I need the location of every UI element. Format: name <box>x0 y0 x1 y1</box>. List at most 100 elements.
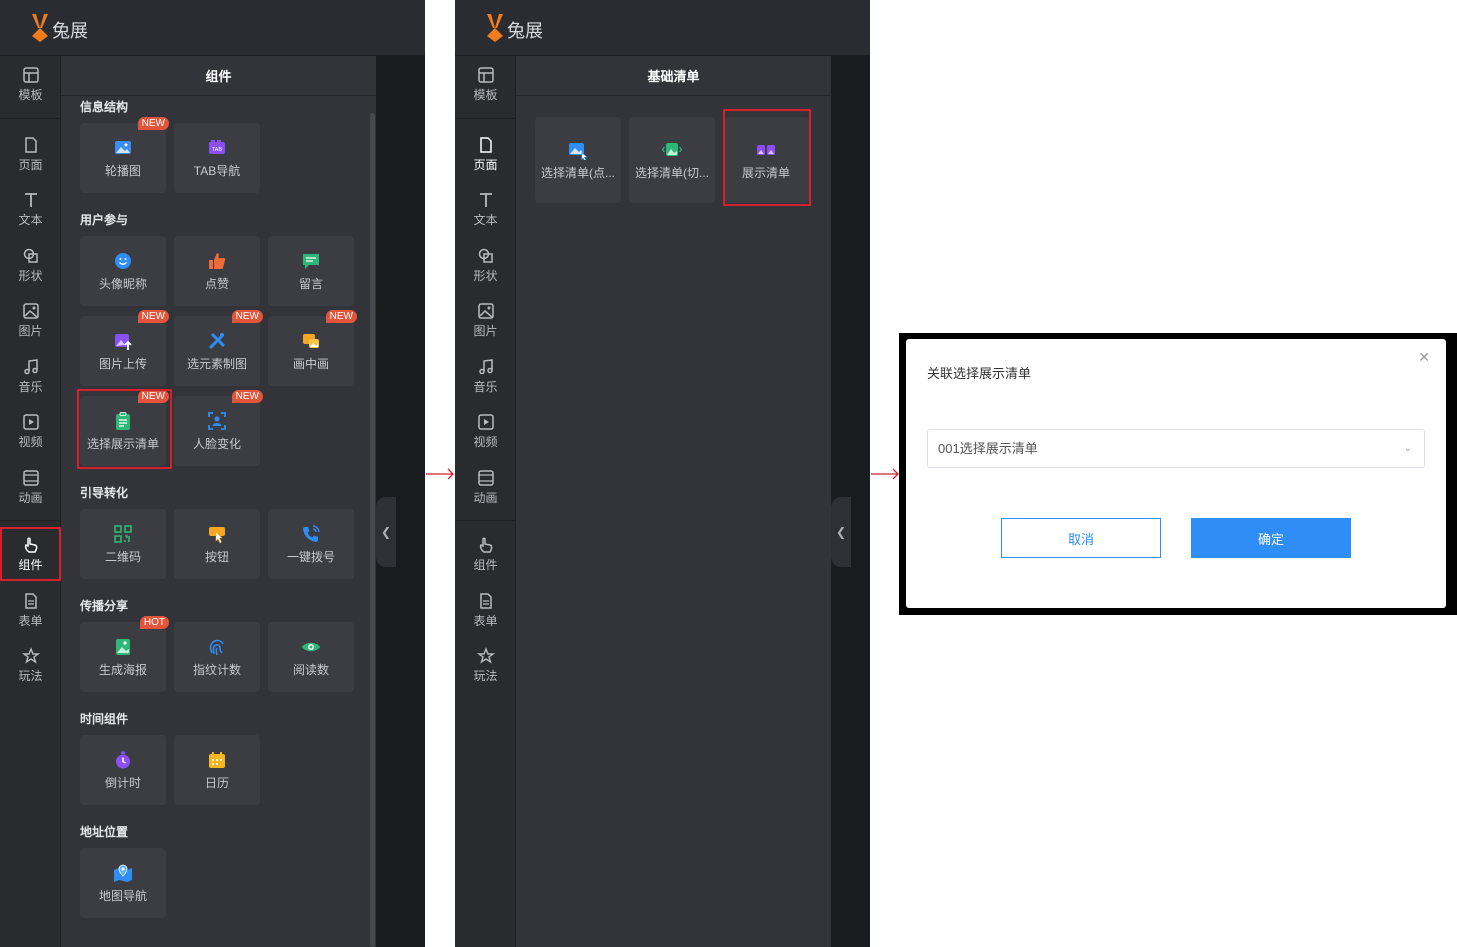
nav-text[interactable]: 文本 <box>455 183 516 235</box>
highlight-show-list <box>723 109 811 206</box>
tile-comment[interactable]: 留言 <box>268 236 354 306</box>
arrow-right-icon <box>871 468 899 480</box>
shape-icon <box>478 248 493 263</box>
nav-music[interactable]: 音乐 <box>0 350 61 402</box>
qrcode-icon <box>114 524 132 543</box>
video-icon <box>22 413 39 430</box>
tile-pip[interactable]: NEW 画中画 <box>268 310 357 386</box>
nav-text[interactable]: 文本 <box>0 183 61 235</box>
tile-label: 选元素制图 <box>186 356 247 371</box>
nav-image[interactable]: 图片 <box>0 294 61 346</box>
nav-video[interactable]: 视频 <box>0 405 61 457</box>
nav-shape[interactable]: 形状 <box>455 239 516 291</box>
tile-avatar[interactable]: 头像昵称 <box>80 236 166 306</box>
brand-logo[interactable]: 兔展 <box>483 12 543 44</box>
tile-calendar[interactable]: 日历 <box>174 735 260 805</box>
nav-animation-label: 动画 <box>18 490 43 505</box>
nav-template-label: 模板 <box>473 87 498 102</box>
nav-animation-label: 动画 <box>473 490 498 505</box>
tile-label: 二维码 <box>104 549 141 564</box>
tile-button[interactable]: 按钮 <box>174 509 260 579</box>
nav-component-label: 组件 <box>473 557 498 572</box>
animation-icon <box>22 469 39 486</box>
tile-fingerprint[interactable]: 指纹计数 <box>174 622 260 692</box>
template-icon <box>22 66 39 83</box>
smile-icon <box>115 252 131 269</box>
scrollbar[interactable] <box>370 113 375 947</box>
text-icon <box>479 192 492 207</box>
phone-icon <box>303 524 320 542</box>
thumbs-up-icon <box>209 252 226 269</box>
dialog-title: 关联选择展示清单 <box>927 366 1032 381</box>
video-icon <box>477 413 494 430</box>
nav-play[interactable]: 玩法 <box>0 639 61 691</box>
section-time: 时间组件 <box>80 712 129 726</box>
tools-icon <box>208 332 226 349</box>
hot-badge: HOT <box>139 616 169 629</box>
nav-template[interactable]: 模板 <box>455 58 516 110</box>
nav-image-label: 图片 <box>18 323 43 338</box>
tile-label: 阅读数 <box>292 662 329 677</box>
collapse-panel-button[interactable]: ❮ <box>376 497 396 567</box>
close-icon[interactable]: ✕ <box>1418 349 1430 366</box>
nav-form[interactable]: 表单 <box>455 584 516 636</box>
nav-music-label: 音乐 <box>18 379 43 394</box>
nav-template[interactable]: 模板 <box>0 58 61 110</box>
tile-dial[interactable]: 一键拨号 <box>268 509 354 579</box>
nav-animation[interactable]: 动画 <box>0 461 61 513</box>
tile-label: 一键拨号 <box>286 549 335 564</box>
tile-select-list-switch[interactable]: 选择清单(切... <box>629 117 715 203</box>
tab-nav-icon: TAB <box>209 139 225 154</box>
nav-page[interactable]: 页面 <box>0 128 61 180</box>
nav-play[interactable]: 玩法 <box>455 639 516 691</box>
top-bar: 兔展 <box>455 0 870 56</box>
image-upload-icon <box>115 333 132 350</box>
collapse-panel-button[interactable]: ❮ <box>831 497 851 567</box>
panel-title: 基础清单 <box>516 56 831 96</box>
nav-video-label: 视频 <box>18 434 43 449</box>
tile-select-list-click[interactable]: 选择清单(点... <box>535 117 621 203</box>
tile-upload[interactable]: NEW 图片上传 <box>80 310 169 386</box>
nav-play-label: 玩法 <box>18 668 43 683</box>
chevron-left-icon: ❮ <box>835 525 847 539</box>
text-icon <box>24 192 37 207</box>
tile-countdown[interactable]: 倒计时 <box>80 735 166 805</box>
tile-label: 轮播图 <box>104 163 141 178</box>
nav-component[interactable]: 组件 <box>455 528 516 580</box>
cancel-button[interactable]: 取消 <box>1001 518 1161 558</box>
tile-like[interactable]: 点赞 <box>174 236 260 306</box>
tile-label: 生成海报 <box>98 662 147 677</box>
nav-shape[interactable]: 形状 <box>0 239 61 291</box>
tile-tabnav[interactable]: TAB TAB导航 <box>174 123 260 193</box>
brand-logo[interactable]: 兔展 <box>28 12 88 44</box>
animation-icon <box>477 469 494 486</box>
nav-video[interactable]: 视频 <box>455 405 516 457</box>
tile-carousel[interactable]: NEW 轮播图 <box>80 117 169 193</box>
tile-poster[interactable]: HOT 生成海报 <box>80 616 169 692</box>
tile-face[interactable]: NEW 人脸变化 <box>174 390 263 466</box>
tile-readcount[interactable]: 阅读数 <box>268 622 354 692</box>
page-icon <box>24 136 37 153</box>
nav-form[interactable]: 表单 <box>0 584 61 636</box>
nav-image[interactable]: 图片 <box>455 294 516 346</box>
nav-animation[interactable]: 动画 <box>455 461 516 513</box>
arrow-right-icon <box>426 468 454 480</box>
image-icon <box>477 302 494 319</box>
highlight-showlist <box>77 389 172 469</box>
image-select-icon <box>569 142 588 160</box>
tile-label: 倒计时 <box>104 775 141 790</box>
nav-text-label: 文本 <box>18 212 43 227</box>
star-icon <box>21 646 40 664</box>
nav-music[interactable]: 音乐 <box>455 350 516 402</box>
section-guide: 引导转化 <box>80 486 129 500</box>
tile-element[interactable]: NEW 选元素制图 <box>174 310 263 386</box>
nav-page[interactable]: 页面 <box>455 128 516 180</box>
confirm-button[interactable]: 确定 <box>1191 518 1351 558</box>
tile-qrcode[interactable]: 二维码 <box>80 509 166 579</box>
brand-name: 兔展 <box>507 21 543 41</box>
tile-mapnav[interactable]: 地图导航 <box>80 848 166 918</box>
side-nav: 模板 页面 文本 形状 图片 音乐 视频 动画 组件 表单 玩法 <box>0 56 61 947</box>
map-pin-icon <box>114 864 132 882</box>
list-select[interactable]: 001选择展示清单 ⌄ <box>927 429 1425 468</box>
poster-icon <box>116 638 130 655</box>
